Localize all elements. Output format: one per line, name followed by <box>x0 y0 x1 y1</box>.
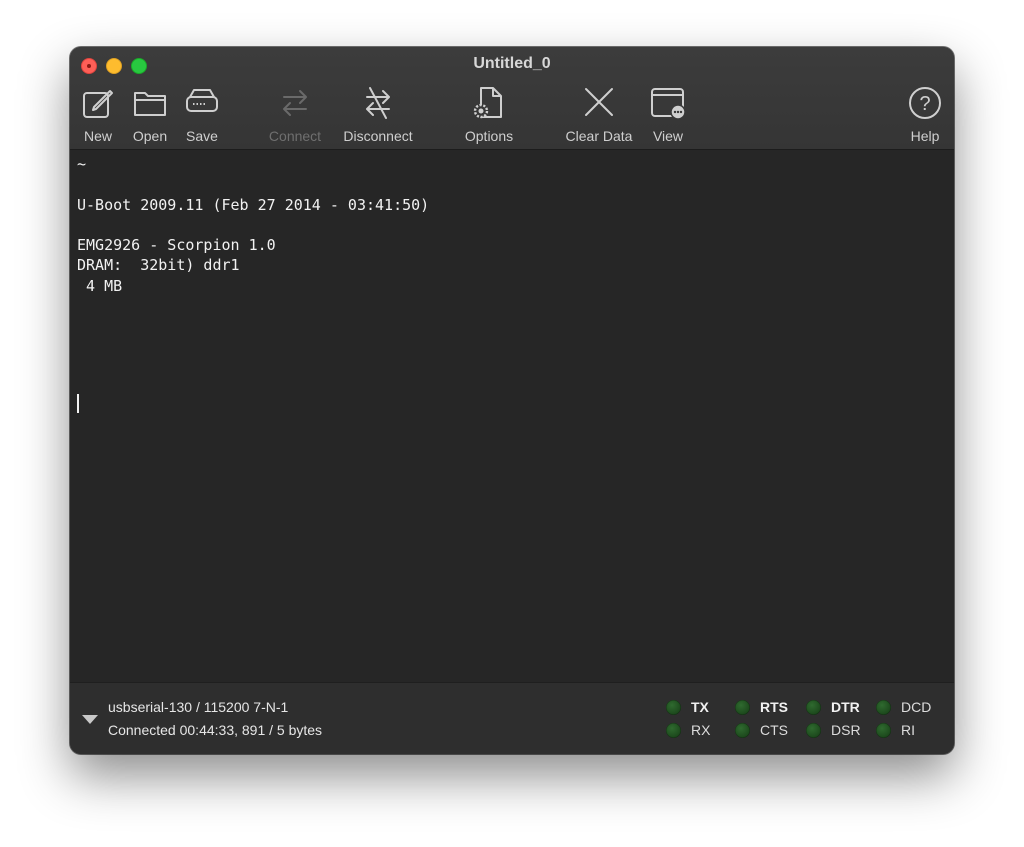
signal-dsr: DSR <box>806 722 861 738</box>
signal-led-icon <box>735 722 750 738</box>
help-icon: ? <box>909 87 941 119</box>
window-more-icon <box>651 88 686 120</box>
signal-name: DTR <box>831 699 860 715</box>
signal-name: DCD <box>901 699 932 715</box>
signal-dcd: DCD <box>876 699 931 715</box>
signal-dtr: DTR <box>806 699 860 715</box>
terminal-cursor <box>77 394 79 413</box>
signal-led-icon <box>806 699 821 715</box>
signal-rts: RTS <box>735 699 788 715</box>
save-button[interactable]: Save <box>184 85 220 147</box>
signal-name: RI <box>901 722 915 738</box>
open-button[interactable]: Open <box>131 85 169 147</box>
signal-name: RX <box>691 722 711 738</box>
view-label: View <box>652 128 684 144</box>
disclosure-triangle-icon[interactable] <box>82 715 98 724</box>
port-settings: usbserial-130 / 115200 7-N-1 <box>108 699 289 715</box>
signal-cts: CTS <box>735 722 788 738</box>
signal-led-icon <box>666 699 681 715</box>
clear-data-button[interactable]: Clear Data <box>563 85 635 147</box>
window-title: Untitled_0 <box>473 55 551 72</box>
titlebar: Untitled_0 New Open Save Connect Disconn… <box>70 47 954 150</box>
signal-rx: RX <box>666 722 710 738</box>
save-label: Save <box>186 128 218 144</box>
status-bar: usbserial-130 / 115200 7-N-1 Connected 0… <box>70 682 954 754</box>
new-document-icon <box>83 90 113 118</box>
signal-name: TX <box>691 699 709 715</box>
signal-name: CTS <box>760 722 788 738</box>
app-window: Untitled_0 New Open Save Connect Disconn… <box>70 47 954 754</box>
signal-led-icon <box>876 699 891 715</box>
options-label: Options <box>464 128 514 144</box>
connect-button[interactable]: Connect <box>265 85 325 147</box>
document-gear-icon <box>473 87 502 119</box>
disconnect-label: Disconnect <box>343 128 413 144</box>
terminal-output[interactable]: ~ U-Boot 2009.11 (Feb 27 2014 - 03:41:50… <box>70 150 954 682</box>
signal-led-icon <box>666 722 681 738</box>
signal-name: RTS <box>760 699 788 715</box>
clear-data-label: Clear Data <box>565 128 633 144</box>
signal-led-icon <box>876 722 891 738</box>
new-label: New <box>83 128 112 144</box>
drive-icon <box>186 89 218 112</box>
signal-led-icon <box>735 699 750 715</box>
view-button[interactable]: View <box>649 85 687 147</box>
connection-status: Connected 00:44:33, 891 / 5 bytes <box>108 722 323 738</box>
folder-icon <box>134 92 166 116</box>
clear-x-icon <box>585 88 613 116</box>
disconnect-button[interactable]: Disconnect <box>340 85 416 147</box>
signal-ri: RI <box>876 722 915 738</box>
signal-name: DSR <box>831 722 861 738</box>
help-button[interactable]: ? Help <box>907 85 943 147</box>
signal-tx: TX <box>666 699 709 715</box>
terminal-text: ~ U-Boot 2009.11 (Feb 27 2014 - 03:41:50… <box>77 155 430 295</box>
open-label: Open <box>132 128 168 144</box>
connect-label: Connect <box>268 128 322 144</box>
help-label: Help <box>910 128 940 144</box>
connect-arrows-icon <box>283 90 307 116</box>
disconnect-arrows-icon <box>366 87 390 119</box>
options-button[interactable]: Options <box>462 85 516 147</box>
svg-text:?: ? <box>919 93 930 115</box>
signal-led-icon <box>806 722 821 738</box>
new-button[interactable]: New <box>80 85 116 147</box>
